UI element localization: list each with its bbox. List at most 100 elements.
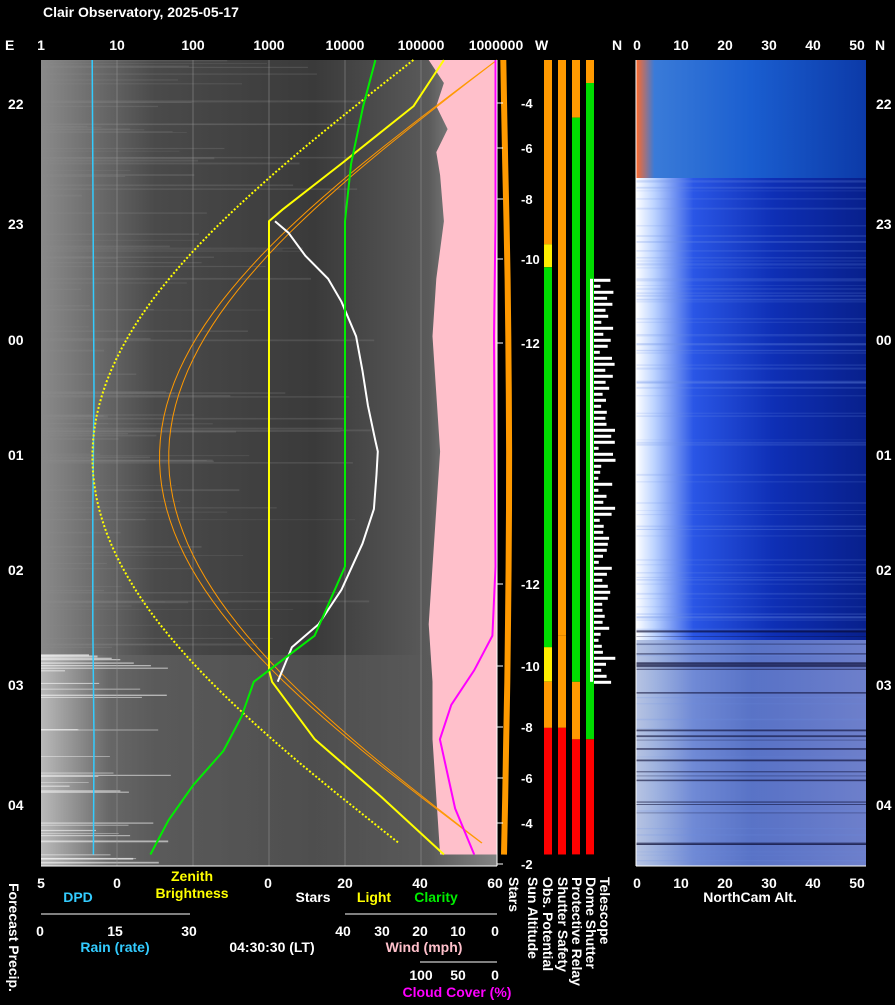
time-label-right: 03 xyxy=(876,677,892,693)
telescope-tick xyxy=(594,608,603,612)
telescope-tick xyxy=(594,620,603,624)
cam-streak xyxy=(636,771,866,773)
sun-tick-label: -6 xyxy=(521,141,533,156)
vertical-label-telescope: Telescope xyxy=(597,877,613,945)
sky-streak xyxy=(41,551,197,553)
sky-streak xyxy=(41,330,248,332)
top-tick: 100000 xyxy=(398,37,445,53)
telescope-tick xyxy=(594,482,613,486)
telescope-tick xyxy=(594,368,606,372)
sky-streak xyxy=(41,427,343,430)
local-time: 04:30:30 (LT) xyxy=(229,939,314,955)
cam-streak xyxy=(636,854,866,856)
cam-streak xyxy=(636,739,866,741)
cam-streak xyxy=(636,759,866,762)
cam-streak xyxy=(636,598,866,600)
telescope-tick xyxy=(594,542,608,546)
northcam-label: NorthCam Alt. xyxy=(703,889,797,905)
cam-streak xyxy=(636,318,866,320)
rain-tick: 30 xyxy=(181,923,197,939)
wind-tick: 20 xyxy=(412,923,428,939)
clarity-label: Clarity xyxy=(414,889,458,905)
sky-streak xyxy=(41,519,356,521)
telescope-tick xyxy=(594,626,610,630)
sky-streak xyxy=(41,73,317,75)
sky-streak xyxy=(41,305,90,307)
vertical-label-obs-potential: Obs. Potential xyxy=(540,877,556,971)
cam-streak xyxy=(636,190,866,192)
sky-streak xyxy=(41,790,121,792)
sky-streak xyxy=(41,657,112,660)
cam-streak xyxy=(636,198,866,200)
cam-streak xyxy=(636,828,866,830)
cam-streak xyxy=(636,775,866,777)
time-label: 04 xyxy=(8,797,24,813)
sky-streak xyxy=(41,277,311,280)
telescope-tick xyxy=(594,572,607,576)
cloud-label: Cloud Cover (%) xyxy=(403,984,512,1000)
sky-streak xyxy=(41,589,104,592)
cam-streak xyxy=(636,779,866,782)
cam-streak xyxy=(636,559,866,561)
telescope-tick xyxy=(594,410,607,414)
sky-streak xyxy=(41,456,150,459)
cam-streak xyxy=(636,295,866,297)
telescope-tick xyxy=(594,458,616,462)
sun-tick-label: -8 xyxy=(521,720,533,735)
telescope-tick xyxy=(594,524,604,528)
sky-streak xyxy=(41,774,171,776)
dpd-tick: 0 xyxy=(113,875,121,891)
cam-streak xyxy=(636,443,866,446)
time-label: 01 xyxy=(8,447,24,463)
cam-streak xyxy=(636,288,866,289)
telescope-tick xyxy=(594,452,613,456)
sky-streak xyxy=(41,63,267,64)
time-label-right: 22 xyxy=(876,96,892,112)
sky-streak xyxy=(41,601,189,604)
sky-streak xyxy=(41,233,200,235)
sky-streak xyxy=(41,212,207,214)
cam-streak xyxy=(636,748,866,750)
sun-tick-label: -12 xyxy=(521,577,540,592)
telescope-bar xyxy=(590,278,593,682)
cam-streak xyxy=(636,415,866,417)
sky-streak xyxy=(41,646,112,648)
north-label: N xyxy=(612,37,622,53)
telescope-tick xyxy=(594,560,599,564)
cam-streak xyxy=(636,367,866,370)
telescope-tick xyxy=(594,596,608,600)
observatory-chart: Clair Observatory, 2025-05-17 E 1 10 100… xyxy=(5,4,892,1000)
sky-streak xyxy=(41,822,154,824)
time-label: 23 xyxy=(8,216,24,232)
cam-top-tick: 20 xyxy=(717,37,733,53)
cam-streak xyxy=(636,352,866,354)
time-label-right: 02 xyxy=(876,562,892,578)
cam-streak xyxy=(636,382,866,384)
status-segment xyxy=(572,117,580,682)
telescope-tick xyxy=(594,614,605,618)
sky-streak xyxy=(41,396,350,398)
telescope-tick xyxy=(594,326,614,330)
sky-streak xyxy=(41,338,151,340)
cam-top-tick: 30 xyxy=(761,37,777,53)
northcam-tick: 50 xyxy=(849,875,865,891)
footer: Forecast Precip. 5 0 0 20 40 60 DPD Zeni… xyxy=(6,865,866,1000)
time-label-right: 23 xyxy=(876,216,892,232)
sky-streak xyxy=(41,688,141,690)
cam-streak xyxy=(636,502,866,504)
sky-streak xyxy=(41,453,101,455)
telescope-tick xyxy=(594,422,607,426)
status-segment xyxy=(544,727,552,855)
sky-streak xyxy=(41,184,294,187)
cam-streak xyxy=(636,301,866,303)
sun-tick-label: -4 xyxy=(521,816,533,831)
sky-streak xyxy=(41,250,304,252)
telescope-tick xyxy=(594,548,607,552)
sun-tick-label: -2 xyxy=(521,857,533,872)
cam-streak xyxy=(636,293,866,295)
telescope-tick xyxy=(594,500,604,504)
cam-streak xyxy=(636,278,866,281)
telescope-tick xyxy=(594,590,611,594)
sky-streak xyxy=(41,282,187,284)
cam-streak xyxy=(636,386,866,389)
